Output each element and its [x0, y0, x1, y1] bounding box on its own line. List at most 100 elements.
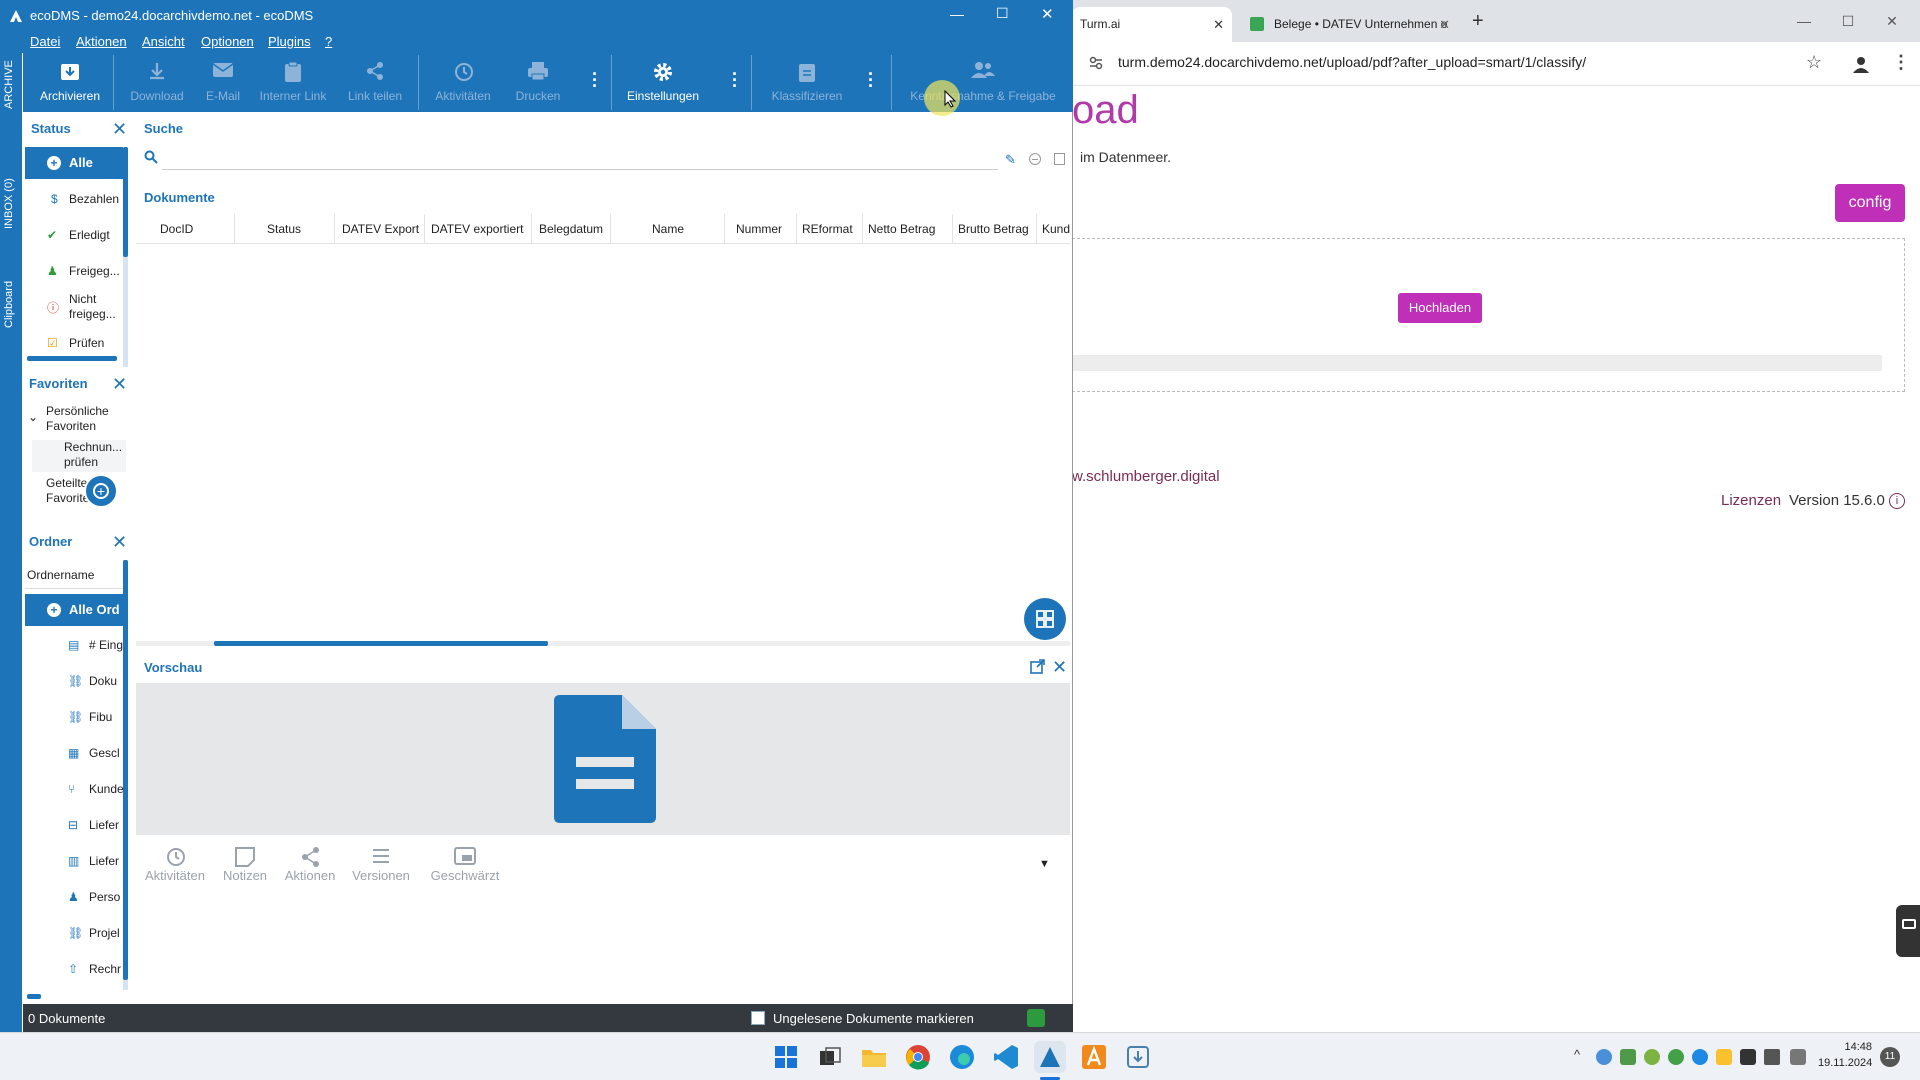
folders-scrollbar[interactable]	[123, 560, 128, 990]
file-explorer-icon[interactable]	[858, 1041, 890, 1073]
minimize-icon[interactable]: —	[1784, 8, 1824, 34]
status-item-pruefen[interactable]: ☑ Prüfen	[25, 336, 123, 354]
status-item-nicht-freigegeben[interactable]: ⓘ Nicht freigeg...	[25, 292, 123, 326]
browser-tab-belege[interactable]: Belege • DATEV Unternehmen o ✕	[1238, 7, 1458, 42]
column-kunde[interactable]: Kund	[1042, 222, 1070, 236]
status-item-erledigt[interactable]: ✔ Erledigt	[25, 228, 123, 246]
preview-area[interactable]	[136, 683, 1070, 835]
close-window-icon[interactable]: ✕	[1041, 5, 1054, 23]
column-belegdatum[interactable]: Belegdatum	[539, 222, 603, 236]
menu-plugins[interactable]: Plugins	[268, 34, 311, 49]
notification-badge[interactable]: 11	[1880, 1047, 1900, 1067]
preview-activities-button[interactable]: Aktivitäten	[139, 846, 211, 883]
profile-icon[interactable]	[1852, 55, 1870, 73]
column-brutto-betrag[interactable]: Brutto Betrag	[958, 222, 1029, 236]
folder-item-kunden[interactable]: ⑂ Kunde	[25, 782, 123, 800]
side-tab-archive[interactable]: ARCHIVE	[0, 53, 22, 113]
close-preview-icon[interactable]: ✕	[1052, 658, 1067, 676]
side-panel-handle[interactable]	[1896, 905, 1920, 957]
column-docid[interactable]: DocID	[160, 222, 193, 236]
footer-link[interactable]: w.schlumberger.digital	[1072, 468, 1220, 485]
maximize-icon[interactable]: ☐	[1828, 8, 1868, 34]
info-icon[interactable]: i	[1889, 493, 1905, 509]
folder-item-personal[interactable]: ♟ Perso	[25, 890, 123, 908]
more-options-icon[interactable]: · · ·	[868, 65, 874, 95]
tray-network-drive-icon[interactable]	[1596, 1049, 1612, 1065]
personal-favorites[interactable]: Persönliche Favoriten	[46, 404, 122, 434]
search-input[interactable]	[162, 146, 998, 170]
config-button[interactable]: config	[1835, 184, 1905, 222]
menu-aktionen[interactable]: Aktionen	[76, 34, 127, 49]
grid-view-button[interactable]	[1024, 598, 1066, 640]
status-item-alle[interactable]: + Alle	[25, 147, 123, 179]
browser-menu-icon[interactable]: ⋮	[1892, 52, 1910, 73]
tray-app-icon[interactable]	[1644, 1049, 1660, 1065]
more-options-icon[interactable]: · · ·	[732, 65, 738, 95]
bookmark-star-icon[interactable]: ☆	[1806, 52, 1822, 73]
minus-circle-icon[interactable]	[1029, 153, 1041, 165]
documents-h-scrollbar[interactable]	[136, 641, 1070, 646]
close-window-icon[interactable]: ✕	[1872, 8, 1912, 34]
status-h-scrollbar[interactable]	[27, 356, 117, 361]
folder-item-fibu[interactable]: ⛓ Fibu	[25, 710, 123, 728]
column-nummer[interactable]: Nummer	[736, 222, 782, 236]
folder-item-geschaeft[interactable]: ▦ Gescl	[25, 746, 123, 764]
chrome-icon[interactable]	[902, 1041, 934, 1073]
tray-display-icon[interactable]	[1764, 1049, 1780, 1065]
close-tab-icon[interactable]: ✕	[1213, 7, 1224, 42]
menu-datei[interactable]: Datei	[30, 34, 60, 49]
print-button[interactable]: Drucken	[505, 53, 571, 112]
menu-optionen[interactable]: Optionen	[201, 34, 254, 49]
caret-down-icon[interactable]: ▼	[1039, 858, 1050, 870]
share-link-button[interactable]: Link teilen	[341, 53, 409, 112]
tray-volume-icon[interactable]	[1790, 1049, 1806, 1065]
preview-versions-button[interactable]: Versionen	[345, 846, 417, 883]
network-drive-icon[interactable]	[1122, 1041, 1154, 1073]
task-view-icon[interactable]	[814, 1041, 846, 1073]
column-name[interactable]: Name	[652, 222, 684, 236]
column-reformat[interactable]: REformat	[802, 222, 853, 236]
side-tab-inbox[interactable]: INBOX (0)	[0, 163, 22, 243]
email-button[interactable]: E-Mail	[198, 53, 248, 112]
activities-button[interactable]: Aktivitäten	[426, 53, 500, 112]
tray-cloud-icon[interactable]	[1692, 1049, 1708, 1065]
tray-chevron-icon[interactable]: ^	[1574, 1047, 1580, 1062]
close-tab-icon[interactable]: ✕	[1439, 7, 1450, 42]
url-field[interactable]: turm.demo24.docarchivdemo.net/upload/pdf…	[1118, 54, 1586, 70]
favorite-item-rechnungen[interactable]: Rechnun... prüfen	[64, 440, 126, 470]
settings-button[interactable]: Einstellungen	[621, 53, 705, 112]
column-datev-exportiert[interactable]: DATEV exportiert	[431, 222, 523, 236]
folder-item-lieferanten[interactable]: ⊟ Liefer	[25, 818, 123, 836]
preview-redacted-button[interactable]: Geschwärzt	[424, 846, 506, 883]
chevron-down-icon[interactable]: ⌄	[28, 410, 38, 424]
tray-security-icon[interactable]	[1716, 1049, 1732, 1065]
tray-battery-icon[interactable]	[1620, 1049, 1636, 1065]
column-netto-betrag[interactable]: Netto Betrag	[868, 222, 935, 236]
column-datev-export[interactable]: DATEV Export	[342, 222, 419, 236]
download-button[interactable]: Download	[123, 53, 191, 112]
menu-ansicht[interactable]: Ansicht	[142, 34, 185, 49]
column-status[interactable]: Status	[267, 222, 301, 236]
windows-start-icon[interactable]	[770, 1041, 802, 1073]
edge-icon[interactable]	[946, 1041, 978, 1073]
clock-time[interactable]: 14:48	[1822, 1041, 1872, 1053]
site-info-icon[interactable]	[1088, 55, 1104, 71]
maximize-icon[interactable]: ☐	[996, 5, 1009, 22]
vscode-icon[interactable]	[990, 1041, 1022, 1073]
documents-table-body[interactable]	[136, 244, 1070, 640]
upload-dropzone[interactable]: Hochladen	[1072, 238, 1905, 392]
folder-item-eingang[interactable]: ▤ # Eing	[25, 638, 123, 656]
app-a-icon[interactable]	[1078, 1041, 1110, 1073]
close-favorites-icon[interactable]: ✕	[112, 375, 127, 393]
add-favorite-button[interactable]: +	[84, 474, 118, 508]
more-options-icon[interactable]: · · ·	[592, 65, 598, 95]
tray-sync-icon[interactable]	[1668, 1049, 1684, 1065]
status-item-freigegeben[interactable]: ♟ Freigeg...	[25, 264, 123, 282]
edit-icon[interactable]: ✎	[1005, 152, 1016, 168]
status-scrollbar[interactable]	[123, 147, 128, 367]
status-item-bezahlen[interactable]: $ Bezahlen	[25, 192, 123, 210]
side-tab-clipboard[interactable]: Clipboard	[0, 268, 22, 338]
new-tab-icon[interactable]: +	[1472, 10, 1484, 33]
open-external-icon[interactable]	[1030, 659, 1045, 674]
folders-h-scrollbar[interactable]	[27, 994, 41, 999]
